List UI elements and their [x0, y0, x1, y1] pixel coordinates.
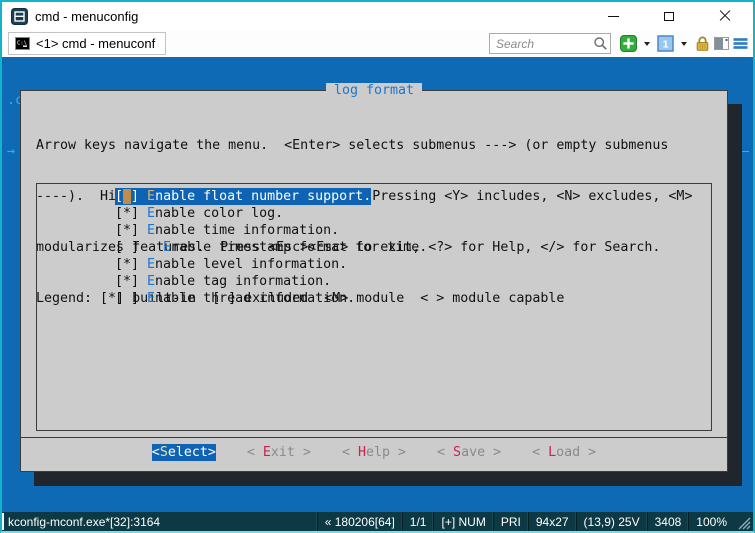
svg-text:1: 1 — [663, 39, 669, 51]
new-console-dropdown[interactable] — [639, 33, 655, 54]
console-1-icon: 1 — [657, 35, 674, 52]
new-console-button[interactable] — [620, 33, 637, 54]
select-button[interactable]: <Select> — [152, 444, 216, 461]
terminal[interactable]: .config - RT-Thread Project Configuratio… — [2, 57, 753, 512]
tab-label: <1> cmd - menuconf — [36, 36, 155, 51]
help-button[interactable]: < Help > — [342, 444, 406, 461]
resize-grip[interactable] — [736, 515, 752, 531]
cmd-icon: C:\ — [15, 37, 30, 50]
titlebar: cmd - menuconfig — [2, 2, 753, 30]
hamburger-menu-icon — [732, 35, 749, 52]
menu-item-time-info[interactable]: [*] Enable time information. — [115, 222, 711, 239]
menuconfig-dialog: log format Arrow keys navigate the menu.… — [20, 90, 728, 472]
menu-listbox: [ ] Enable float number support. [*] Ena… — [36, 183, 712, 431]
active-console-dropdown[interactable] — [676, 33, 692, 54]
caret-down-icon — [644, 42, 650, 46]
view-pane-button[interactable] — [713, 33, 730, 54]
button-separator — [21, 437, 727, 438]
tabbar: C:\ <1> cmd - menuconf — [2, 30, 753, 57]
statusbar-value[interactable]: 3408 — [647, 512, 689, 531]
caption-buttons — [585, 2, 753, 30]
menu-item-color-log[interactable]: [*] Enable color log. — [115, 205, 711, 222]
main-menu-button[interactable] — [732, 33, 749, 54]
dialog-buttons: <Select> < Exit > < Help > < Save > < Lo… — [21, 444, 727, 461]
tab-cmd-menuconf[interactable]: C:\ <1> cmd - menuconf — [8, 32, 166, 55]
lock-icon — [694, 35, 711, 52]
menu-item-tag-info[interactable]: [*] Enable tag information. — [115, 273, 711, 290]
minimize-button[interactable] — [585, 2, 641, 30]
minimize-icon — [608, 16, 619, 17]
conemu-icon — [11, 8, 28, 25]
maximize-button[interactable] — [641, 2, 697, 30]
close-icon — [719, 10, 731, 22]
statusbar-tab-count[interactable]: 1/1 — [402, 512, 434, 531]
window-title: cmd - menuconfig — [35, 9, 138, 24]
menu-item-thread-info[interactable]: [ ] Enable thread information. — [115, 290, 711, 307]
statusbar-priority[interactable]: PRI — [493, 512, 528, 531]
menu-item-float-support[interactable]: [ ] Enable float number support. — [115, 188, 711, 205]
statusbar-process: kconfig-mconf.exe*[32]:3164 — [2, 515, 160, 529]
menu-item-level-info[interactable]: [*] Enable level information. — [115, 256, 711, 273]
new-console-plus-icon — [620, 35, 637, 52]
conemu-window: cmd - menuconfig C:\ <1> cmd - menuconf — [0, 0, 755, 533]
menu-item-timestamp-format[interactable]: [ ] Enable timestamp format for time. — [115, 239, 711, 256]
statusbar-zoom[interactable]: 100% — [688, 512, 734, 531]
active-console-button[interactable]: 1 — [657, 33, 674, 54]
search-icon — [593, 36, 608, 51]
split-window-icon — [713, 35, 730, 52]
statusbar-console-info[interactable]: « 180206[64] — [317, 512, 402, 531]
lock-button[interactable] — [694, 33, 711, 54]
exit-button[interactable]: < Exit > — [247, 444, 311, 461]
statusbar-cursor — [2, 513, 4, 530]
search-box — [489, 33, 611, 54]
statusbar-cursor-pos[interactable]: (13,9) 25V — [576, 512, 647, 531]
statusbar-num-lock[interactable]: [+] NUM — [433, 512, 492, 531]
tab-toolbar: 1 — [489, 30, 750, 57]
maximize-icon — [664, 12, 674, 21]
statusbar-right: « 180206[64] 1/1 [+] NUM PRI 94x27 (13,9… — [317, 512, 753, 531]
caret-down-icon — [681, 42, 687, 46]
save-button[interactable]: < Save > — [437, 444, 501, 461]
statusbar: kconfig-mconf.exe*[32]:3164 « 180206[64]… — [2, 512, 753, 531]
load-button[interactable]: < Load > — [532, 444, 596, 461]
text-cursor — [123, 189, 131, 204]
statusbar-console-size[interactable]: 94x27 — [528, 512, 576, 531]
close-button[interactable] — [697, 2, 753, 30]
